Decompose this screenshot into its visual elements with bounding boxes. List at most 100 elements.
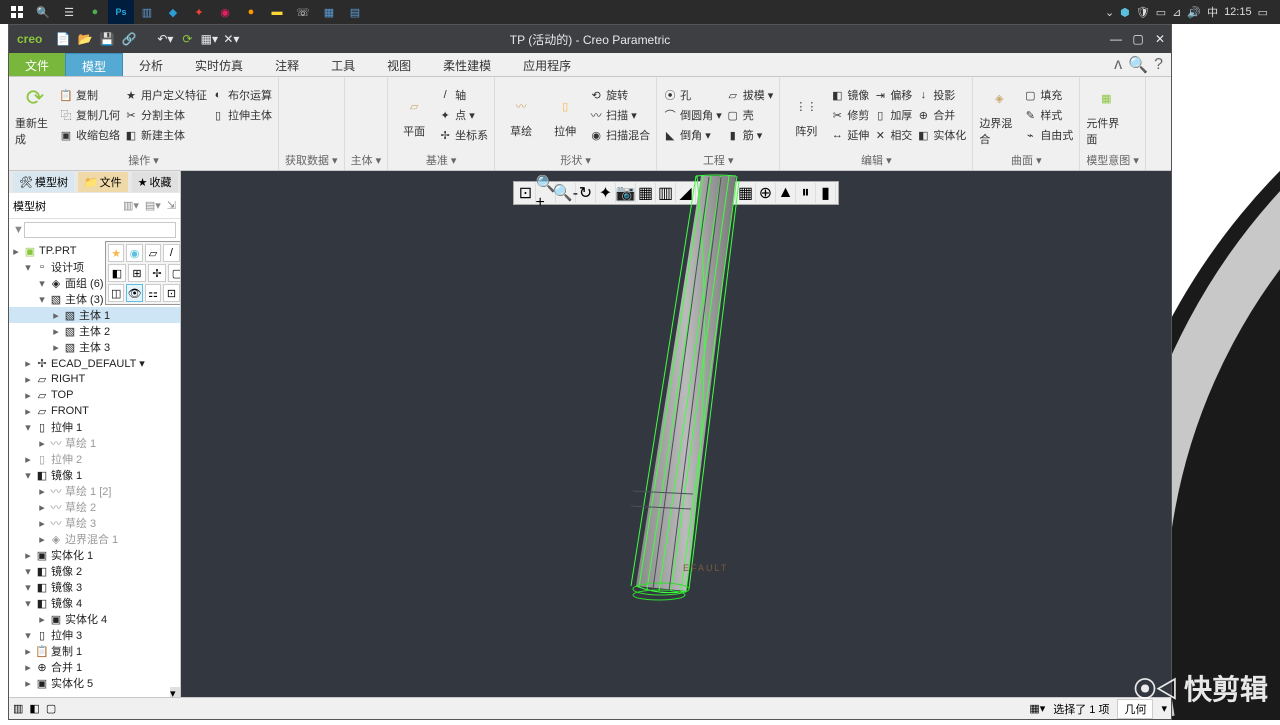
wifi-icon[interactable]: ⊿	[1172, 6, 1181, 19]
tree-show-icon[interactable]: ▤▾	[145, 199, 161, 212]
plane-button[interactable]: ▱平面	[394, 79, 434, 151]
new-body-button[interactable]: ◧ 新建主体	[124, 126, 207, 144]
tree-item[interactable]: ▸〰草绘 1 [2]	[9, 483, 180, 499]
tab-analysis[interactable]: 分析	[123, 53, 179, 76]
link-icon[interactable]: 🔗	[120, 30, 138, 48]
tree-expand-icon[interactable]: ⇲	[167, 199, 176, 212]
app-icon[interactable]: ▥	[134, 0, 160, 24]
csys-button[interactable]: ✢ 坐标系	[438, 126, 488, 144]
tree-item[interactable]: ▸✢ECAD_DEFAULT ▾	[9, 355, 180, 371]
search-icon[interactable]: 🔍	[1128, 55, 1148, 75]
tree-item[interactable]: ▸▯拉伸 2	[9, 451, 180, 467]
app-icon[interactable]: ✦	[186, 0, 212, 24]
tree-item[interactable]: ▸⊕合并 1	[9, 659, 180, 675]
tree-item[interactable]: ▾▯拉伸 3	[9, 627, 180, 643]
tree-item[interactable]: ▾◧镜像 1	[9, 467, 180, 483]
start-menu-icon[interactable]	[4, 0, 30, 24]
tree-item[interactable]: ▸▣实体化 1	[9, 547, 180, 563]
selfilter-icon[interactable]: ▦▾	[1029, 702, 1045, 715]
maximize-button[interactable]: ▢	[1127, 28, 1149, 50]
open-icon[interactable]: 📂	[76, 30, 94, 48]
tree-item[interactable]: ▸▱RIGHT	[9, 371, 180, 387]
tree-item[interactable]: ▸〰草绘 1	[9, 435, 180, 451]
copy-button[interactable]: 📋 复制	[59, 86, 120, 104]
tab-view[interactable]: 视图	[371, 53, 427, 76]
tree-item[interactable]: ▾◧镜像 2	[9, 563, 180, 579]
sketch-button[interactable]: 〰草绘	[501, 79, 541, 151]
tree-item[interactable]: ▸▧主体 3	[9, 339, 180, 355]
folder-icon[interactable]: ▬	[264, 0, 290, 24]
notifications-icon[interactable]: ▭	[1258, 6, 1268, 19]
close-button[interactable]: ✕	[1149, 28, 1171, 50]
collapse-ribbon-icon[interactable]: ʌ	[1114, 56, 1122, 74]
tree-item[interactable]: ▸▱FRONT	[9, 403, 180, 419]
revolve-button[interactable]: ⟲ 旋转	[589, 86, 650, 104]
taskview-icon[interactable]: ☰	[56, 0, 82, 24]
filter-cell[interactable]: ★	[108, 244, 124, 262]
tab-flexible[interactable]: 柔性建模	[427, 53, 507, 76]
chamfer-button[interactable]: ◣ 倒角 ▾	[663, 126, 722, 144]
sidebar-tab-fav[interactable]: ★ 收藏	[132, 172, 178, 192]
rib-button[interactable]: ▮ 筋 ▾	[726, 126, 774, 144]
ps-icon[interactable]: Ps	[108, 0, 134, 24]
tab-model[interactable]: 模型	[65, 53, 123, 76]
regenerate-button[interactable]: ⟳重新生成	[15, 79, 55, 151]
save-icon[interactable]: 💾	[98, 30, 116, 48]
draft-button[interactable]: ▱ 拔模 ▾	[726, 86, 774, 104]
minimize-button[interactable]: —	[1105, 28, 1127, 50]
help-icon[interactable]: ?	[1154, 56, 1163, 74]
round-button[interactable]: ⌒ 倒圆角 ▾	[663, 106, 722, 124]
regen-icon[interactable]: ⟳	[178, 30, 196, 48]
tab-annotate[interactable]: 注释	[259, 53, 315, 76]
split-body-button[interactable]: ✂ 分割主体	[124, 106, 207, 124]
shell-button[interactable]: ▢ 壳	[726, 106, 774, 124]
sb-icon[interactable]: ▢	[46, 702, 56, 715]
tree-item[interactable]: ▸▱TOP	[9, 387, 180, 403]
pattern-button[interactable]: ⋮⋮阵列	[786, 79, 826, 151]
tree-item[interactable]: ▸📋复制 1	[9, 643, 180, 659]
tree-item[interactable]: ▾◧镜像 3	[9, 579, 180, 595]
undo-icon[interactable]: ↶▾	[156, 30, 174, 48]
model-tree[interactable]: ▸▣TP.PRT ★◉▱/▥ ◧⊞✢▢ ◫👁⚏⊡▦ ▾▫设计项▾◈面组 (6)▾…	[9, 241, 180, 697]
clock[interactable]: 12:15	[1224, 6, 1252, 18]
tab-apps[interactable]: 应用程序	[507, 53, 587, 76]
3d-viewport[interactable]: ⊡ 🔍+ 🔍- ↻ ✦ 📷 ▦ ▥ ◢ / ✢ ▦ ⊕ ▲ ⏸ ▮	[181, 171, 1171, 697]
app-icon[interactable]: ▦	[316, 0, 342, 24]
search-icon[interactable]: 🔍	[30, 0, 56, 24]
sidebar-tab-files[interactable]: 📁 文件	[78, 172, 128, 192]
boolean-button[interactable]: ◐ 布尔运算	[211, 86, 272, 104]
axis-button[interactable]: / 轴	[438, 86, 488, 104]
battery-icon[interactable]: ▭	[1156, 6, 1166, 19]
copy-geom-button[interactable]: ⿻ 复制几何	[59, 106, 120, 124]
tree-settings-icon[interactable]: ▥▾	[123, 199, 139, 212]
tree-item[interactable]: ▾◧镜像 4	[9, 595, 180, 611]
close-win-icon[interactable]: ✕▾	[222, 30, 240, 48]
hole-button[interactable]: ⦿ 孔	[663, 86, 722, 104]
app-icon[interactable]: ☏	[290, 0, 316, 24]
boundary-blend-button[interactable]: ◈边界混合	[979, 79, 1019, 151]
point-button[interactable]: ✦ 点 ▾	[438, 106, 488, 124]
filter-icon[interactable]: ▼	[13, 224, 24, 236]
sidebar-tab-tree[interactable]: 🛠 模型树	[13, 172, 74, 192]
shrinkwrap-button[interactable]: ▣ 收缩包络	[59, 126, 120, 144]
new-icon[interactable]: 📄	[54, 30, 72, 48]
display-filter-popup[interactable]: ★◉▱/▥ ◧⊞✢▢ ◫👁⚏⊡▦	[105, 241, 180, 305]
shield-icon[interactable]: 🛡	[1136, 6, 1150, 19]
tab-livesim[interactable]: 实时仿真	[179, 53, 259, 76]
tree-item[interactable]: ▸▧主体 2	[9, 323, 180, 339]
ime-indicator[interactable]: 中	[1207, 4, 1218, 20]
app-icon[interactable]: ▤	[342, 0, 368, 24]
udf-button[interactable]: ★ 用户定义特征	[124, 86, 207, 104]
extrude-button[interactable]: ▯拉伸	[545, 79, 585, 151]
tree-item[interactable]: ▸〰草绘 2	[9, 499, 180, 515]
chrome-icon[interactable]: ●	[82, 0, 108, 24]
tree-item[interactable]: ▸◈边界混合 1	[9, 531, 180, 547]
app-icon[interactable]: ◆	[160, 0, 186, 24]
sb-icon[interactable]: ◧	[29, 702, 39, 715]
volume-icon[interactable]: 🔊	[1187, 6, 1201, 19]
extrude-body-button[interactable]: ▯ 拉伸主体	[211, 106, 272, 124]
tab-tools[interactable]: 工具	[315, 53, 371, 76]
scroll-indicator[interactable]: ▾	[170, 687, 180, 697]
tree-filter-input[interactable]	[24, 222, 176, 238]
tree-item[interactable]: ▾▯拉伸 1	[9, 419, 180, 435]
